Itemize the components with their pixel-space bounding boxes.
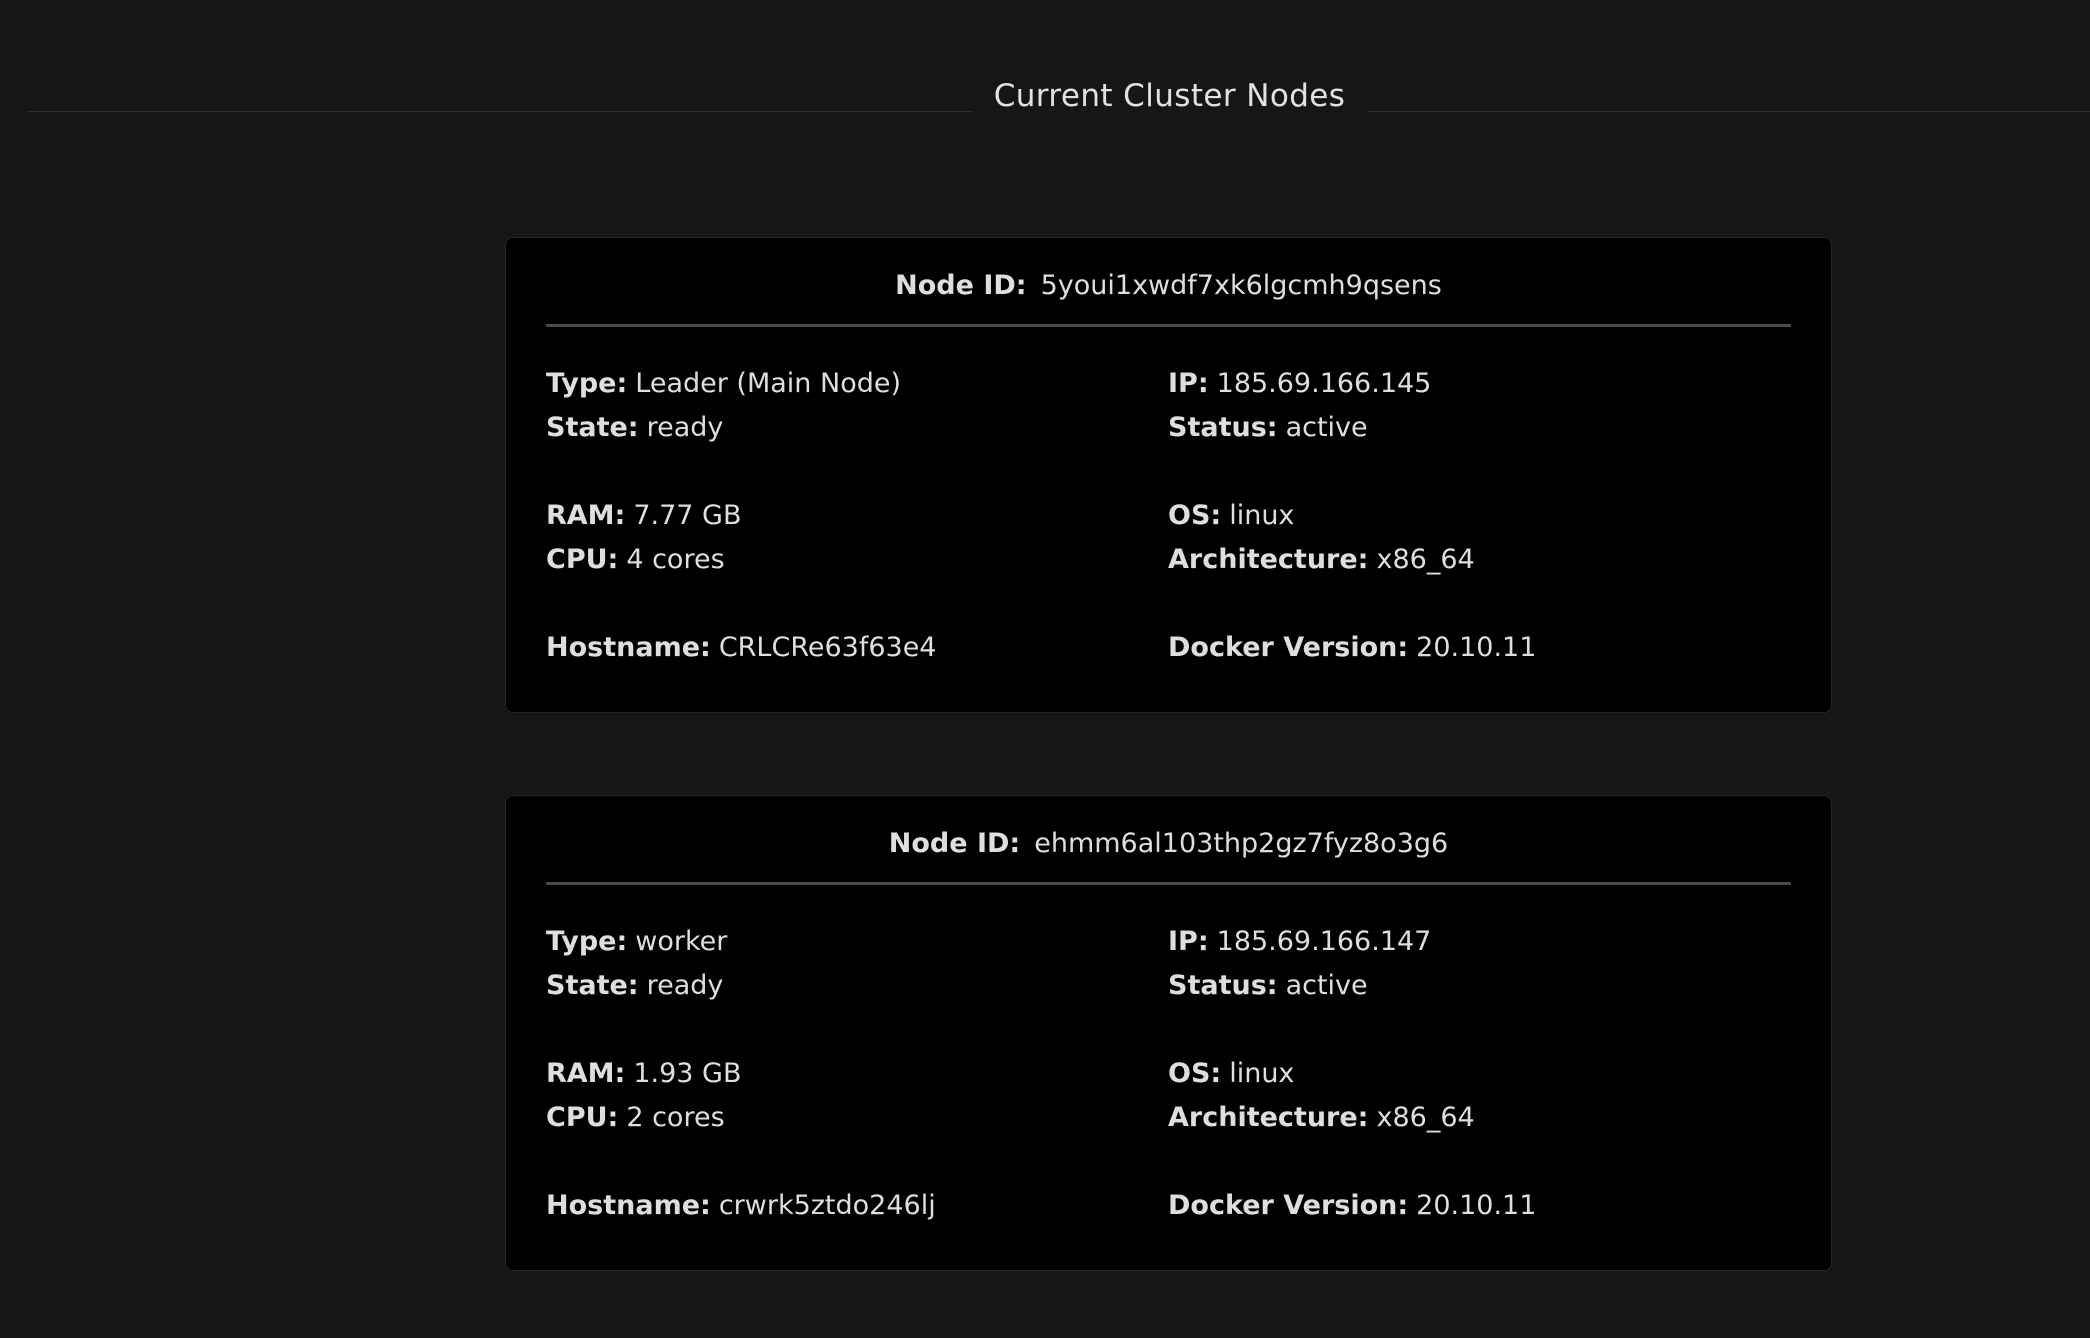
hostname-value: crwrk5ztdo246lj: [718, 1190, 936, 1221]
node-cpu-field: CPU: 4 cores: [546, 544, 725, 575]
node-ram-field: RAM: 7.77 GB: [546, 500, 742, 531]
type-label: Type:: [546, 368, 628, 399]
node-id-label: Node ID:: [888, 828, 1021, 859]
type-label: Type:: [546, 926, 628, 957]
architecture-value: x86_64: [1376, 1102, 1475, 1133]
ram-label: RAM:: [546, 500, 626, 531]
node-id-row: Node ID: 5youi1xwdf7xk6lgcmh9qsens: [546, 270, 1791, 301]
architecture-label: Architecture:: [1168, 544, 1369, 575]
node-id-value: 5youi1xwdf7xk6lgcmh9qsens: [1040, 270, 1442, 301]
ip-label: IP:: [1168, 926, 1209, 957]
cpu-label: CPU:: [546, 544, 619, 575]
cpu-label: CPU:: [546, 1102, 619, 1133]
state-value: ready: [646, 412, 724, 443]
ram-label: RAM:: [546, 1058, 626, 1089]
node-type-field: Type: worker: [546, 926, 727, 957]
node-docker-version-field: Docker Version: 20.10.11: [1168, 632, 1536, 663]
ram-value: 1.93 GB: [633, 1058, 742, 1089]
state-label: State:: [546, 412, 639, 443]
architecture-value: x86_64: [1376, 544, 1475, 575]
node-state-field: State: ready: [546, 970, 723, 1001]
state-value: ready: [646, 970, 724, 1001]
type-value: worker: [635, 926, 728, 957]
node-id-value: ehmm6al103thp2gz7fyz8o3g6: [1034, 828, 1449, 859]
status-label: Status:: [1168, 412, 1278, 443]
hostname-label: Hostname:: [546, 1190, 711, 1221]
header-divider-right: [1367, 111, 2090, 112]
header-divider-left: [28, 111, 972, 112]
ram-value: 7.77 GB: [633, 500, 742, 531]
cpu-value: 4 cores: [626, 544, 725, 575]
node-status-field: Status: active: [1168, 412, 1368, 443]
state-label: State:: [546, 970, 639, 1001]
docker-version-label: Docker Version:: [1168, 1190, 1409, 1221]
node-architecture-field: Architecture: x86_64: [1168, 1102, 1475, 1133]
status-value: active: [1285, 970, 1368, 1001]
node-card-worker: Node ID: ehmm6al103thp2gz7fyz8o3g6 Type: w…: [505, 795, 1832, 1271]
node-architecture-field: Architecture: x86_64: [1168, 544, 1475, 575]
node-type-field: Type: Leader (Main Node): [546, 368, 901, 399]
cpu-value: 2 cores: [626, 1102, 725, 1133]
docker-version-value: 20.10.11: [1416, 1190, 1537, 1221]
ip-value: 185.69.166.147: [1216, 926, 1432, 957]
node-card-divider: [546, 882, 1791, 885]
node-hostname-field: Hostname: crwrk5ztdo246lj: [546, 1190, 936, 1221]
section-title: Current Cluster Nodes: [993, 78, 1346, 114]
hostname-label: Hostname:: [546, 632, 711, 663]
docker-version-value: 20.10.11: [1416, 632, 1537, 663]
type-value: Leader (Main Node): [635, 368, 901, 399]
node-card-leader: Node ID: 5youi1xwdf7xk6lgcmh9qsens Type: L…: [505, 237, 1832, 713]
node-cpu-field: CPU: 2 cores: [546, 1102, 725, 1133]
os-label: OS:: [1168, 1058, 1222, 1089]
node-id-row: Node ID: ehmm6al103thp2gz7fyz8o3g6: [546, 828, 1791, 859]
status-value: active: [1285, 412, 1368, 443]
ip-label: IP:: [1168, 368, 1209, 399]
os-value: linux: [1229, 1058, 1295, 1089]
section-header: Current Cluster Nodes: [28, 78, 2090, 126]
node-status-field: Status: active: [1168, 970, 1368, 1001]
node-hostname-field: Hostname: CRLCRe63f63e4: [546, 632, 937, 663]
node-ip-field: IP: 185.69.166.147: [1168, 926, 1431, 957]
node-ip-field: IP: 185.69.166.145: [1168, 368, 1431, 399]
hostname-value: CRLCRe63f63e4: [718, 632, 937, 663]
ip-value: 185.69.166.145: [1216, 368, 1432, 399]
node-os-field: OS: linux: [1168, 1058, 1294, 1089]
architecture-label: Architecture:: [1168, 1102, 1369, 1133]
node-os-field: OS: linux: [1168, 500, 1294, 531]
os-value: linux: [1229, 500, 1295, 531]
node-card-divider: [546, 324, 1791, 327]
node-id-label: Node ID:: [895, 270, 1027, 301]
docker-version-label: Docker Version:: [1168, 632, 1409, 663]
node-state-field: State: ready: [546, 412, 723, 443]
node-ram-field: RAM: 1.93 GB: [546, 1058, 742, 1089]
cluster-nodes-page: Current Cluster Nodes Node ID: 5youi1xwdf…: [0, 0, 2090, 1338]
status-label: Status:: [1168, 970, 1278, 1001]
node-docker-version-field: Docker Version: 20.10.11: [1168, 1190, 1536, 1221]
os-label: OS:: [1168, 500, 1222, 531]
